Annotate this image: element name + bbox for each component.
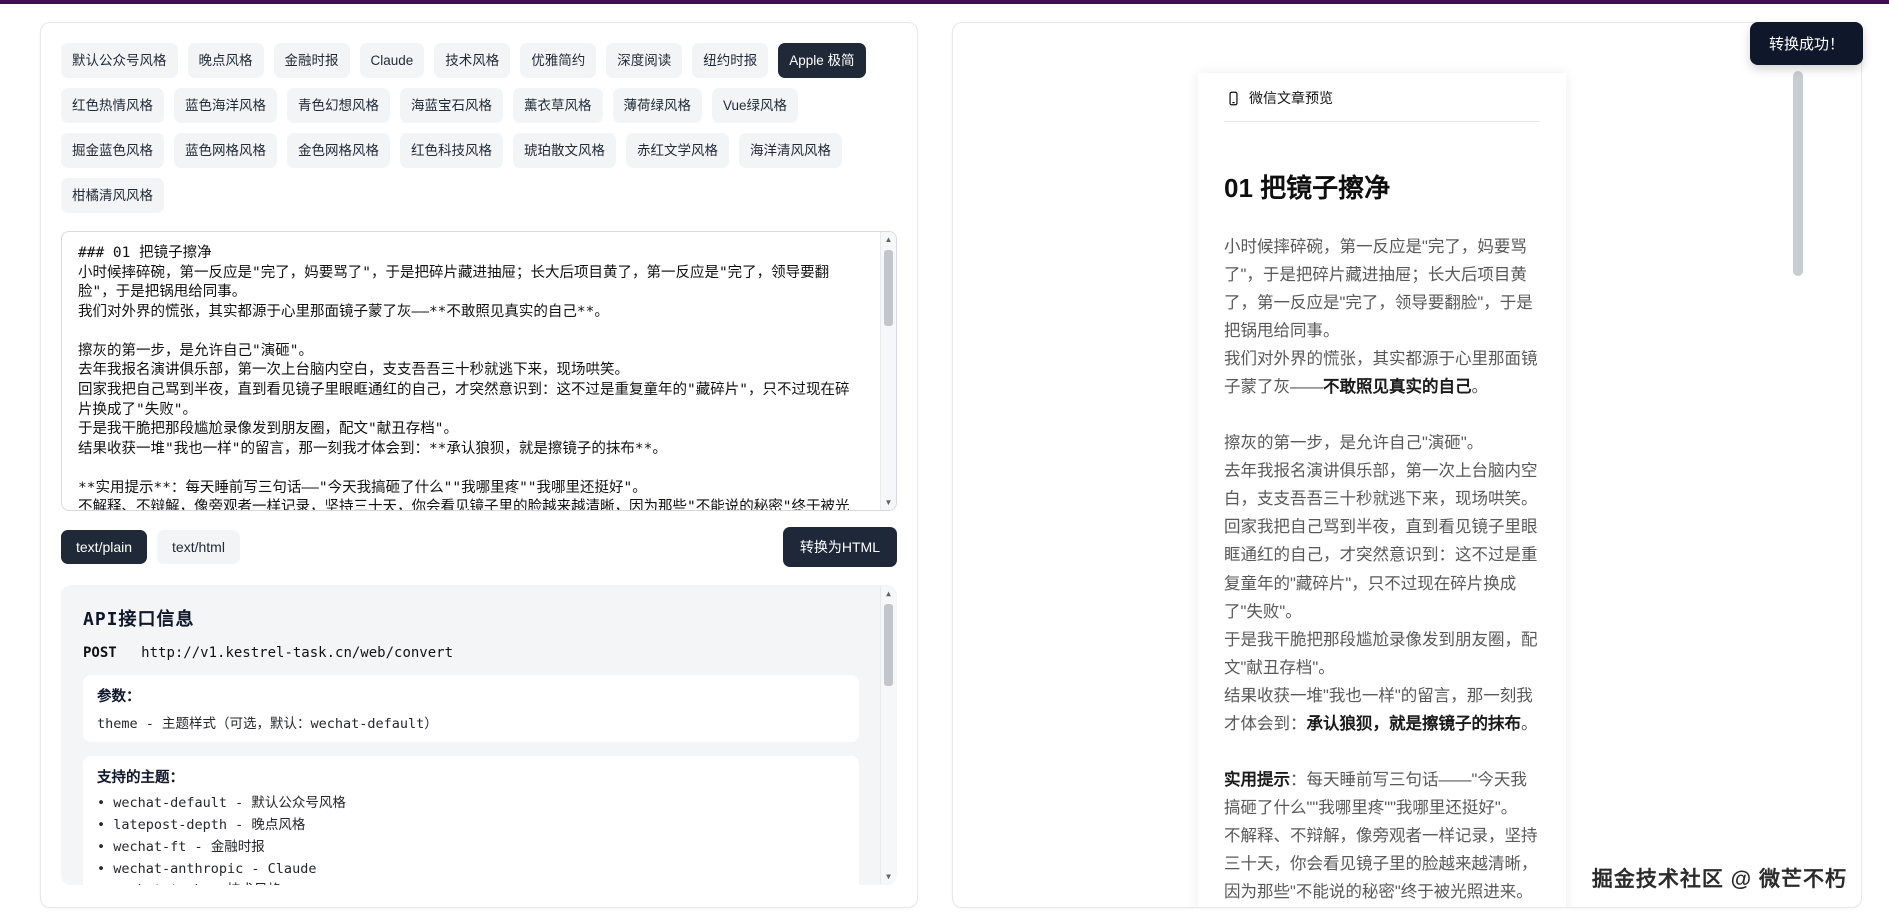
api-url: http://v1.kestrel-task.cn/web/convert bbox=[141, 645, 454, 661]
tab-text-html[interactable]: text/html bbox=[157, 530, 240, 564]
theme-button[interactable]: 纽约时报 bbox=[692, 43, 769, 78]
article-body: 小时候摔碎碗，第一反应是"完了，妈要骂了"，于是把碎片藏进抽屉；长大后项目黄了，… bbox=[1224, 233, 1540, 906]
format-toolbar: text/plain text/html 转换为HTML bbox=[61, 527, 897, 567]
theme-button[interactable]: 深度阅读 bbox=[606, 43, 683, 78]
theme-button[interactable]: 海洋清风风格 bbox=[739, 133, 842, 168]
theme-button[interactable]: 红色热情风格 bbox=[61, 88, 164, 123]
theme-button[interactable]: Claude bbox=[359, 43, 425, 78]
article-paragraph: 结果收获一堆"我也一样"的留言，那一刻我才体会到：承认狼狈，就是擦镜子的抹布。 bbox=[1224, 686, 1538, 733]
api-themes-title: 支持的主题： bbox=[97, 770, 184, 786]
api-theme-item: • wechat-tech - 技术风格 bbox=[97, 880, 845, 885]
phone-icon bbox=[1226, 91, 1241, 106]
watermark: 掘金技术社区 @ 微芒不朽 bbox=[1591, 868, 1847, 891]
api-info-title: API接口信息 bbox=[83, 609, 195, 630]
theme-button[interactable]: 柑橘清风风格 bbox=[61, 178, 164, 213]
theme-button[interactable]: 晚点风格 bbox=[187, 43, 264, 78]
theme-button[interactable]: 优雅简约 bbox=[520, 43, 597, 78]
preview-title: 微信文章预览 bbox=[1249, 90, 1333, 106]
preview-panel: 微信文章预览 01 把镜子擦净 小时候摔碎碗，第一反应是"完了，妈要骂了"，于是… bbox=[952, 22, 1862, 908]
http-method-label: POST bbox=[83, 645, 117, 661]
theme-button[interactable]: 赤红文学风格 bbox=[626, 133, 729, 168]
editor-scrollbar[interactable]: ▲ ▼ bbox=[880, 232, 896, 510]
wechat-preview-card: 微信文章预览 01 把镜子擦净 小时候摔碎碗，第一反应是"完了，妈要骂了"，于是… bbox=[1198, 73, 1566, 907]
article-paragraph: 回家我把自己骂到半夜，直到看见镜子里眼眶通红的自己，才突然意识到：这不过是重复童… bbox=[1224, 518, 1538, 621]
article-heading: 01 把镜子擦净 bbox=[1224, 173, 1391, 203]
api-themes-box: 支持的主题： • wechat-default - 默认公众号风格 • latep… bbox=[83, 756, 859, 885]
theme-button[interactable]: 青色幻想风格 bbox=[287, 88, 390, 123]
api-info-panel: API接口信息 POST http://v1.kestrel-task.cn/w… bbox=[61, 585, 897, 885]
api-params-desc: theme - 主题样式（可选，默认：wechat-default） bbox=[97, 716, 438, 732]
theme-button[interactable]: 金色网格风格 bbox=[287, 133, 390, 168]
theme-button[interactable]: 蓝色网格风格 bbox=[174, 133, 277, 168]
api-scrollbar-thumb[interactable] bbox=[884, 604, 893, 686]
scroll-down-icon[interactable]: ▼ bbox=[881, 495, 896, 510]
article-paragraph: 小时候摔碎碗，第一反应是"完了，妈要骂了"，于是把碎片藏进抽屉；长大后项目黄了，… bbox=[1224, 238, 1533, 341]
preview-scrollbar-thumb[interactable] bbox=[1793, 71, 1803, 276]
api-scrollbar[interactable]: ▲ ▼ bbox=[880, 586, 896, 884]
api-theme-item: • latepost-depth - 晚点风格 bbox=[97, 816, 306, 833]
preview-header: 微信文章预览 bbox=[1224, 73, 1540, 122]
theme-button[interactable]: Vue绿风格 bbox=[712, 88, 799, 123]
scroll-up-icon[interactable]: ▲ bbox=[881, 586, 896, 601]
article-paragraph: 擦灰的第一步，是允许自己"演砸"。 bbox=[1224, 434, 1484, 453]
scroll-up-icon[interactable]: ▲ bbox=[881, 232, 896, 247]
api-params-box: 参数： theme - 主题样式（可选，默认：wechat-default） bbox=[83, 675, 859, 742]
theme-button[interactable]: 蓝色海洋风格 bbox=[174, 88, 277, 123]
theme-button[interactable]: 金融时报 bbox=[273, 43, 350, 78]
theme-button[interactable]: 掘金蓝色风格 bbox=[61, 133, 164, 168]
left-panel: 默认公众号风格 晚点风格 金融时报 Claude 技术风格 优雅简约 深度阅读 纽约时报 App… bbox=[40, 22, 918, 908]
theme-list: 默认公众号风格 晚点风格 金融时报 Claude 技术风格 优雅简约 深度阅读 纽约时报 App… bbox=[61, 43, 897, 213]
article-preview: 01 把镜子擦净 小时候摔碎碗，第一反应是"完了，妈要骂了"，于是把碎片藏进抽屉… bbox=[1224, 122, 1540, 906]
api-theme-item: • wechat-anthropic - Claude bbox=[97, 860, 317, 877]
article-paragraph: 实用提示：每天睡前写三句话——"今天我搞砸了什么""我哪里疼""我哪里还挺好"。 bbox=[1224, 770, 1527, 817]
theme-button[interactable]: 红色科技风格 bbox=[400, 133, 503, 168]
editor-scrollbar-thumb[interactable] bbox=[884, 250, 893, 326]
api-theme-item: • wechat-default - 默认公众号风格 bbox=[97, 795, 346, 811]
article-paragraph: 不解释、不辩解，像旁观者一样记录，坚持三十天，你会看见镜子里的脸越来越清晰，因为… bbox=[1224, 826, 1538, 901]
api-theme-item: • wechat-ft - 金融时报 bbox=[97, 838, 265, 855]
theme-button[interactable]: 薄荷绿风格 bbox=[612, 88, 702, 123]
scroll-down-icon[interactable]: ▼ bbox=[881, 869, 896, 884]
article-paragraph: 去年我报名演讲俱乐部，第一次上台脑内空白，支支吾吾三十秒就逃下来，现场哄笑。 bbox=[1224, 462, 1538, 509]
api-theme-list: • wechat-default - 默认公众号风格 • latepost-dep… bbox=[97, 793, 845, 885]
theme-button[interactable]: 琥珀散文风格 bbox=[513, 133, 616, 168]
theme-button[interactable]: 技术风格 bbox=[434, 43, 511, 78]
tab-text-plain[interactable]: text/plain bbox=[61, 530, 148, 564]
article-paragraph: 我们对外界的慌张，其实都源于心里那面镜子蒙了灰——不敢照见真实的自己。 bbox=[1224, 350, 1538, 397]
theme-button[interactable]: 薰衣草风格 bbox=[513, 88, 603, 123]
success-toast: 转换成功！ bbox=[1749, 22, 1863, 65]
convert-button[interactable]: 转换为HTML bbox=[782, 527, 897, 567]
api-params-title: 参数： bbox=[97, 689, 141, 705]
theme-button[interactable]: 默认公众号风格 bbox=[61, 43, 178, 78]
main-layout: 默认公众号风格 晚点风格 金融时报 Claude 技术风格 优雅简约 深度阅读 纽约时报 App… bbox=[0, 4, 1889, 908]
markdown-input[interactable]: ### 01 把镜子擦净 小时候摔碎碗，第一反应是"完了，妈要骂了"，于是把碎片… bbox=[61, 231, 897, 511]
theme-button[interactable]: 海蓝宝石风格 bbox=[400, 88, 503, 123]
article-paragraph: 于是我干脆把那段尴尬录像发到朋友圈，配文"献丑存档"。 bbox=[1224, 630, 1538, 677]
theme-button[interactable]: Apple 极简 bbox=[778, 43, 866, 78]
editor-container: ### 01 把镜子擦净 小时候摔碎碗，第一反应是"完了，妈要骂了"，于是把碎片… bbox=[61, 231, 897, 511]
api-endpoint: POST http://v1.kestrel-task.cn/web/conve… bbox=[83, 645, 859, 661]
